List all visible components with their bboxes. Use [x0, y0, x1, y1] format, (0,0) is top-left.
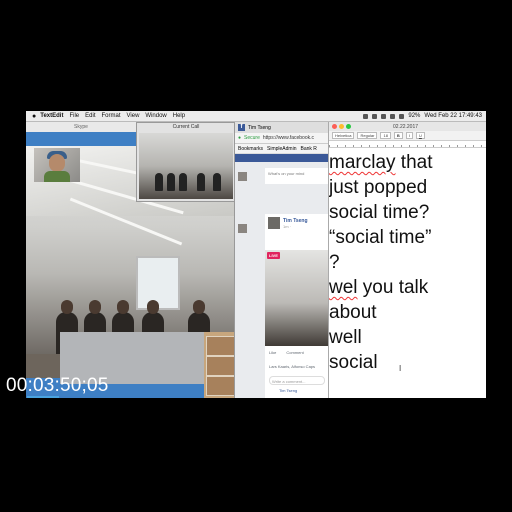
facebook-left-rail	[235, 168, 263, 388]
call-person	[213, 173, 221, 191]
current-call-window[interactable]: Current Call	[136, 122, 236, 202]
live-video[interactable]: LIVE	[265, 250, 329, 346]
post-meta: 1m ·	[283, 224, 291, 229]
bookmark-item[interactable]: Bank R	[300, 146, 316, 152]
browser-tab-label: Tim Tseng	[248, 124, 271, 131]
self-face	[49, 154, 65, 172]
audience-head	[61, 300, 73, 314]
menu-bar: ● TextEdit File Edit Format View Window …	[26, 111, 486, 122]
post-actions: Like Comment	[269, 350, 304, 355]
facebook-favicon-icon: f	[238, 124, 245, 131]
profile-thumb-icon[interactable]	[238, 224, 247, 233]
live-badge: LIVE	[267, 252, 280, 259]
zoom-icon[interactable]	[346, 124, 351, 129]
text-line: well	[329, 327, 362, 348]
url-text[interactable]: https://www.facebook.c	[263, 135, 314, 141]
video-timecode: 00:03:50;05	[6, 375, 109, 396]
text-line: social	[329, 352, 378, 373]
format-toolbar: Helvetica Regular 18 B I U	[329, 131, 486, 141]
battery-percent[interactable]: 92%	[408, 113, 420, 119]
ruler[interactable]	[329, 141, 486, 148]
bookmark-item[interactable]: SimpleAdmin	[267, 146, 296, 152]
audience-head	[117, 300, 129, 314]
call-person	[197, 173, 205, 191]
browser-tab[interactable]: f Tim Tseng	[235, 122, 329, 133]
document-body[interactable]: marclay that just popped social time? “s…	[329, 148, 486, 375]
call-person	[179, 173, 187, 191]
bold-button[interactable]: B	[393, 132, 403, 139]
bookmark-item[interactable]: Bookmarks	[238, 146, 263, 152]
menu-window[interactable]: Window	[145, 113, 166, 119]
textedit-titlebar[interactable]: 02.22.2017	[329, 122, 486, 131]
apple-menu-icon[interactable]: ●	[32, 113, 36, 120]
close-icon[interactable]	[332, 124, 337, 129]
misspelled-word: marclay	[329, 152, 396, 173]
misspelled-word: wel	[329, 277, 358, 298]
textedit-window[interactable]: 02.22.2017 Helvetica Regular 18 B I U ma…	[328, 122, 486, 398]
app-menu[interactable]: TextEdit	[40, 113, 63, 119]
thumbnail[interactable]	[206, 336, 236, 356]
document-title: 02.22.2017	[393, 123, 419, 130]
post-composer[interactable]: What's on your mind	[265, 168, 329, 184]
text-line: just popped	[329, 177, 428, 198]
profile-thumb-icon[interactable]	[238, 172, 247, 181]
likes-summary[interactable]: Lars Kaaris, Alfonso Caps	[269, 364, 315, 369]
call-window-title: Current Call	[172, 124, 200, 130]
secure-label: Secure	[244, 135, 260, 141]
italic-button[interactable]: I	[405, 132, 413, 139]
bookmarks-bar: Bookmarks SimpleAdmin Bank R	[235, 144, 329, 154]
call-person	[167, 173, 175, 191]
wifi-icon[interactable]	[390, 113, 396, 119]
menu-edit[interactable]: Edit	[85, 113, 95, 119]
status-icon[interactable]	[372, 113, 378, 119]
self-shirt	[44, 171, 70, 182]
audience-head	[193, 300, 205, 314]
status-icon[interactable]	[381, 113, 387, 119]
comment-button[interactable]: Comment	[286, 350, 303, 355]
menu-format[interactable]: Format	[101, 113, 120, 119]
underline-button[interactable]: U	[415, 132, 425, 139]
comment-input[interactable]: Write a comment...	[269, 376, 325, 385]
address-bar[interactable]: ● Secure https://www.facebook.c	[235, 133, 329, 144]
thumbnail[interactable]	[206, 376, 236, 396]
font-style-select[interactable]: Regular	[357, 132, 378, 139]
call-person	[155, 173, 163, 191]
font-size-select[interactable]: 18	[380, 132, 391, 139]
facebook-feed: What's on your mind Tim Tseng 1m · LIVE …	[235, 162, 329, 398]
author-avatar[interactable]	[268, 217, 280, 229]
browser-window[interactable]: f Tim Tseng ● Secure https://www.faceboo…	[234, 122, 329, 398]
status-icon[interactable]	[363, 113, 369, 119]
commenter-name[interactable]: Tim Tseng	[279, 388, 297, 393]
thumbnail[interactable]	[206, 356, 236, 376]
audience-head	[89, 300, 101, 314]
menu-help[interactable]: Help	[173, 113, 185, 119]
skype-window-title[interactable]: Skype	[26, 122, 136, 132]
text-line: social time?	[329, 202, 430, 223]
thumbnail-strip[interactable]	[204, 332, 236, 398]
audience-head	[147, 300, 159, 314]
font-family-select[interactable]: Helvetica	[332, 132, 355, 139]
text-line: about	[329, 302, 377, 323]
like-button[interactable]: Like	[269, 350, 276, 355]
self-preview-video[interactable]	[34, 148, 80, 182]
menu-file[interactable]: File	[69, 113, 79, 119]
text-cursor-icon: I	[399, 364, 402, 373]
timecode-progress	[27, 396, 59, 398]
text-line: ?	[329, 252, 340, 273]
lock-icon: ●	[238, 135, 242, 141]
text-line: marclay that	[329, 152, 433, 173]
call-video-feed[interactable]	[139, 133, 233, 199]
menu-clock[interactable]: Wed Feb 22 17:49:43	[424, 113, 482, 119]
facebook-post: Tim Tseng 1m · LIVE Like Comment Lars Ka…	[265, 214, 329, 398]
volume-icon[interactable]	[399, 113, 405, 119]
desktop: Skype 2017-02-18 17:11:41 · 2017-02-18 1…	[26, 122, 486, 398]
minimize-icon[interactable]	[339, 124, 344, 129]
text-line: “social time”	[329, 227, 432, 248]
text-line: wel you talk	[329, 277, 429, 298]
menu-view[interactable]: View	[127, 113, 140, 119]
